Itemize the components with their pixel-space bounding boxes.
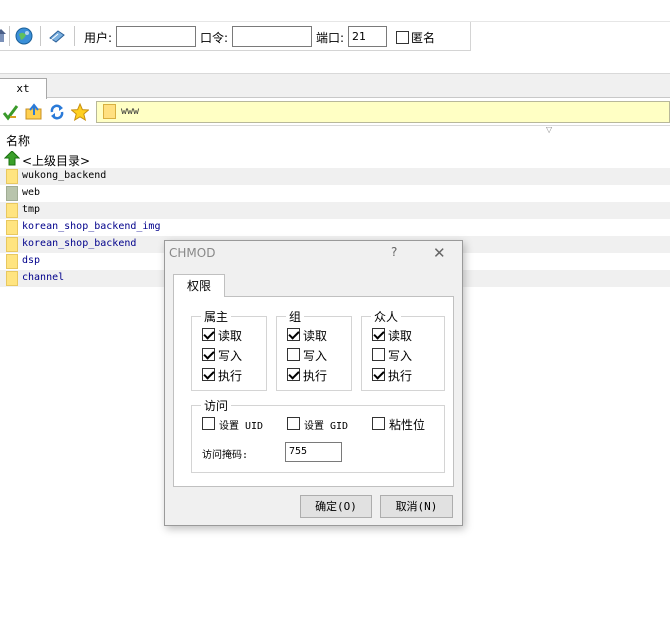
folder-icon <box>6 169 18 184</box>
folder-icon <box>6 186 18 201</box>
setgid-checkbox[interactable] <box>287 417 300 430</box>
top-strip <box>0 0 670 22</box>
group-read-checkbox[interactable] <box>287 328 300 341</box>
password-input[interactable] <box>232 26 312 47</box>
sticky-bit-checkbox[interactable] <box>372 417 385 430</box>
secondary-bar <box>0 51 670 74</box>
list-item-name: tmp <box>22 204 41 215</box>
connect-icon[interactable] <box>48 28 66 44</box>
owner-group: 属主 读取 写入 执行 <box>191 308 267 391</box>
others-read-checkbox[interactable] <box>372 328 385 341</box>
setuid-checkbox[interactable] <box>202 417 215 430</box>
path-text: www <box>121 106 140 117</box>
group-write-label: 写入 <box>303 349 328 363</box>
list-item[interactable]: tmp <box>0 202 670 219</box>
ok-button[interactable]: 确定(O) <box>300 495 372 518</box>
others-execute-label: 执行 <box>388 369 413 383</box>
list-item-name: wukong_backend <box>22 170 107 181</box>
parent-directory-item[interactable]: <上级目录> <box>22 152 90 169</box>
close-icon[interactable]: ✕ <box>433 244 446 262</box>
up-arrow-icon <box>4 151 20 166</box>
folder-icon <box>6 220 18 235</box>
tab-xt[interactable]: xt <box>0 78 47 99</box>
others-write-label: 写入 <box>388 349 413 363</box>
access-group: 访问 设置 UID 设置 GID 粘性位 访问掩码: 755 <box>191 397 445 473</box>
sticky-bit-label: 粘性位 <box>389 418 426 432</box>
port-label: 端口: <box>316 31 345 45</box>
folder-icon <box>6 254 18 269</box>
folder-icon <box>6 203 18 218</box>
house-icon[interactable] <box>0 28 6 44</box>
path-bar[interactable] <box>96 101 670 123</box>
others-group-title: 众人 <box>371 308 402 325</box>
anonymous-label: 匿名 <box>411 31 436 45</box>
connection-toolbar: 用户: 口令: 端口: 21 匿名 <box>0 22 471 51</box>
setuid-label: 设置 UID <box>219 421 264 432</box>
access-mask-input[interactable]: 755 <box>285 442 342 462</box>
group-read-label: 读取 <box>303 329 328 343</box>
owner-execute-label: 执行 <box>218 369 243 383</box>
group-execute-checkbox[interactable] <box>287 368 300 381</box>
help-icon[interactable]: ? <box>391 245 397 259</box>
owner-write-checkbox[interactable] <box>202 348 215 361</box>
dialog-title: CHMOD <box>169 246 216 260</box>
owner-read-label: 读取 <box>218 329 243 343</box>
list-item-name: channel <box>22 272 65 283</box>
globe-icon[interactable] <box>15 27 33 45</box>
anonymous-checkbox[interactable] <box>396 31 409 44</box>
list-item[interactable]: korean_shop_backend_img <box>0 219 670 236</box>
folder-icon <box>6 237 18 252</box>
toolbar-separator <box>40 26 41 46</box>
list-item-name: korean_shop_backend <box>22 238 137 249</box>
password-label: 口令: <box>200 31 229 45</box>
user-input[interactable] <box>116 26 196 47</box>
owner-execute-checkbox[interactable] <box>202 368 215 381</box>
star-icon[interactable] <box>71 103 89 121</box>
refresh-icon[interactable] <box>48 103 66 121</box>
tab-strip <box>0 74 670 98</box>
chevron-down-icon[interactable]: ▽ <box>546 125 552 134</box>
toolbar-separator <box>9 26 10 46</box>
group-write-checkbox[interactable] <box>287 348 300 361</box>
folder-up-icon[interactable] <box>25 103 43 121</box>
list-item[interactable]: wukong_backend <box>0 168 670 185</box>
others-execute-checkbox[interactable] <box>372 368 385 381</box>
access-group-title: 访问 <box>201 397 232 414</box>
group-group: 组 读取 写入 执行 <box>276 308 352 391</box>
permissions-panel: 属主 读取 写入 执行 组 读取 写入 执行 众人 读取 写入 执行 访问 设置… <box>173 296 454 487</box>
port-input[interactable]: 21 <box>348 26 387 47</box>
user-label: 用户: <box>84 31 113 45</box>
group-group-title: 组 <box>286 308 305 325</box>
column-header-name[interactable]: 名称 <box>6 132 30 149</box>
cancel-button[interactable]: 取消(N) <box>380 495 453 518</box>
tab-permissions[interactable]: 权限 <box>173 274 225 297</box>
group-execute-label: 执行 <box>303 369 328 383</box>
check-arrow-icon[interactable] <box>2 103 20 121</box>
toolbar-separator <box>74 26 75 46</box>
owner-write-label: 写入 <box>218 349 243 363</box>
list-item-name: korean_shop_backend_img <box>22 221 161 232</box>
setgid-label: 设置 GID <box>304 421 349 432</box>
folder-icon <box>103 104 116 119</box>
list-item[interactable]: web <box>0 185 670 202</box>
others-read-label: 读取 <box>388 329 413 343</box>
others-group: 众人 读取 写入 执行 <box>361 308 445 391</box>
owner-read-checkbox[interactable] <box>202 328 215 341</box>
folder-icon <box>6 271 18 286</box>
chmod-dialog: CHMOD ? ✕ 权限 属主 读取 写入 执行 组 读取 写入 执行 众人 读… <box>164 240 463 526</box>
list-item-name: web <box>22 187 41 198</box>
owner-group-title: 属主 <box>201 308 232 325</box>
others-write-checkbox[interactable] <box>372 348 385 361</box>
access-mask-label: 访问掩码: <box>202 450 249 461</box>
list-item-name: dsp <box>22 255 41 266</box>
